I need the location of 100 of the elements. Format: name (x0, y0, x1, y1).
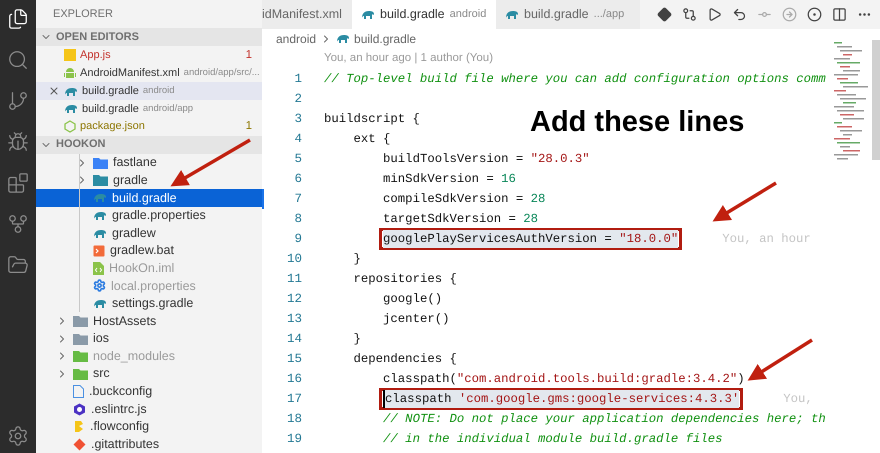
line-number: 19 (286, 430, 303, 448)
tree-item[interactable]: .gitattributes (36, 435, 262, 453)
back-icon[interactable] (732, 7, 747, 22)
annotation-arrow (748, 338, 813, 381)
inline-blame: You, (783, 390, 813, 408)
tab-path: .../app (594, 7, 624, 22)
compare-icon[interactable] (682, 7, 697, 22)
scrollbar[interactable] (872, 40, 880, 160)
code-line: dependencies { (354, 350, 457, 368)
problem-count: 1 (246, 119, 253, 134)
elephant-icon (93, 210, 107, 221)
code-line: jcenter() (383, 310, 450, 328)
section-header[interactable]: OPEN EDITORS (36, 28, 262, 46)
tree-item[interactable]: .eslintrc.js (36, 400, 262, 418)
open-editor-item[interactable]: build.gradle android (36, 82, 262, 100)
elephant-icon (64, 86, 78, 96)
tree-item[interactable]: gradle.properties (36, 206, 262, 224)
elephant-icon (336, 33, 350, 44)
elephant-icon (64, 103, 78, 114)
open-editor-item[interactable]: build.gradle android/app (36, 100, 262, 118)
file-name: App.js (80, 48, 111, 64)
editor-tab[interactable]: build.gradle .../app (496, 0, 640, 29)
line-number: 4 (293, 130, 303, 148)
line-number: 11 (286, 270, 303, 288)
code-line: targetSdkVersion = 28 (383, 210, 538, 228)
tree-item[interactable]: gradle (36, 172, 262, 190)
line-number: 5 (293, 150, 303, 168)
code-line: // Top-level build file where you can add configuration options comm (324, 70, 826, 88)
code-line: } (354, 330, 361, 348)
open-editor-item[interactable]: AndroidManifest.xml android/app/src/... (36, 64, 262, 82)
open-editor-item[interactable]: package.json 1 (36, 118, 262, 136)
folder-icon (73, 350, 88, 362)
elephant-icon (93, 298, 107, 309)
open-editor-item[interactable]: App.js 1 (36, 46, 262, 64)
gear-icon (93, 279, 106, 292)
terminal-file-icon (93, 244, 105, 257)
tree-item[interactable]: .flowconfig (36, 418, 262, 436)
code-line: buildToolsVersion = "28.0.3" (383, 150, 590, 168)
line-number: 1 (293, 70, 303, 88)
folder-icon (73, 315, 88, 328)
tree-item[interactable]: gradlew (36, 224, 262, 242)
breadcrumb-item[interactable]: android (276, 30, 316, 48)
close-icon[interactable] (48, 85, 60, 97)
line-number: 2 (293, 90, 303, 108)
tree-item[interactable]: HostAssets (36, 312, 262, 330)
line-number: 18 (286, 410, 303, 428)
line-number: 8 (293, 210, 303, 228)
file-name: package.json (80, 119, 145, 134)
circle-icon[interactable] (807, 7, 822, 22)
activity-icon[interactable] (7, 8, 29, 30)
code-line: minSdkVersion = 16 (383, 170, 516, 188)
blame-info: You, an hour ago | 1 author (You) (324, 50, 494, 66)
code-line: google() (383, 290, 442, 308)
file-path: android/app/src/... (184, 66, 260, 80)
tree-item[interactable]: fastlane (36, 154, 262, 172)
sidebar-title: EXPLORER (53, 6, 113, 22)
file-name: AndroidManifest.xml (80, 66, 180, 81)
line-number: 6 (293, 170, 303, 188)
code-line: ext { (354, 130, 390, 148)
breadcrumb-item[interactable]: build.gradle (354, 30, 416, 48)
line-number: 9 (293, 230, 303, 248)
file-path: android/app (142, 102, 194, 116)
code-line: classpath("com.android.tools.build:gradle:3.4.2") (383, 370, 745, 388)
editor-tab[interactable]: build.gradle android (352, 0, 496, 29)
line-number: 16 (286, 370, 303, 388)
line-number: 7 (293, 190, 303, 208)
split-editor-icon[interactable] (832, 7, 847, 22)
editor-tab[interactable]: idManifest.xml (262, 0, 352, 29)
elephant-icon (93, 228, 107, 239)
line-number: 17 (286, 390, 303, 408)
diamond-icon[interactable] (657, 7, 672, 22)
settings-icon[interactable] (7, 425, 29, 447)
line-number: 15 (286, 350, 303, 368)
code-line: repositories { (354, 270, 457, 288)
annotation-title: Add these lines (530, 105, 744, 140)
code-line: // NOTE: Do not place your application dependencies here; th (383, 410, 826, 428)
code-line: buildscript { (324, 110, 420, 128)
file-path: android (142, 84, 175, 98)
annotation-arrow (712, 182, 777, 222)
file-name: build.gradle (82, 102, 139, 117)
tree-item[interactable]: build.gradle (36, 189, 262, 207)
tree-item[interactable]: ios (36, 330, 262, 348)
folder-icon (93, 156, 108, 169)
tree-item[interactable]: settings.gradle (36, 294, 262, 312)
section-header[interactable]: HOOKON (36, 136, 262, 154)
hexagon-file-icon (64, 120, 76, 134)
code-line: // in the individual module build.gradle files (383, 430, 722, 448)
line-number: 10 (286, 250, 303, 268)
code-file-icon (93, 262, 104, 275)
elephant-icon (93, 192, 107, 204)
elephant-icon (361, 9, 375, 20)
tree-item[interactable]: .buckconfig (36, 382, 262, 400)
line-number: 13 (286, 310, 303, 328)
folder-icon (73, 332, 88, 345)
tree-item[interactable]: src (36, 365, 262, 383)
tree-item[interactable]: gradlew.bat (36, 242, 262, 260)
android-icon (64, 66, 76, 80)
elephant-icon (505, 9, 519, 20)
folder-icon (73, 368, 88, 380)
play-icon[interactable] (707, 7, 722, 22)
